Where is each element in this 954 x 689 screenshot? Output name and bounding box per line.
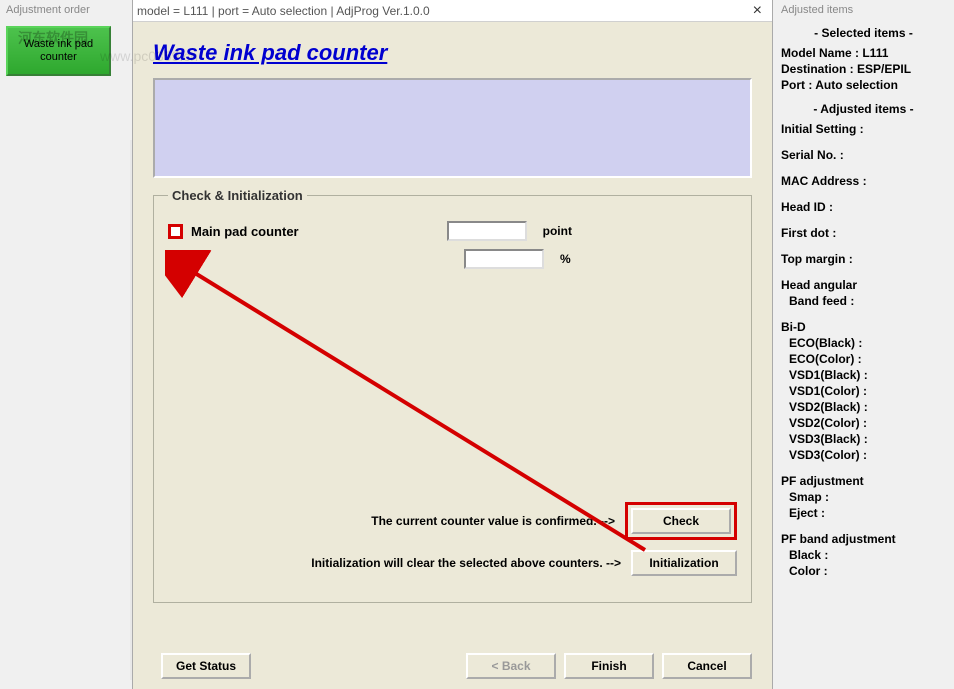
- pf-color: Color :: [781, 564, 946, 578]
- unit-percent: %: [560, 252, 571, 266]
- top-margin: Top margin :: [781, 252, 946, 266]
- main-pad-checkbox[interactable]: [168, 224, 183, 239]
- band-feed: Band feed :: [781, 294, 946, 308]
- adjusted-items-panel: Adjusted items - Selected items - Model …: [772, 0, 954, 689]
- titlebar: model = L111 | port = Auto selection | A…: [133, 0, 772, 22]
- bid-vsd2-color: VSD2(Color) :: [781, 416, 946, 430]
- bid-vsd1-black: VSD1(Black) :: [781, 368, 946, 382]
- point-value-box: [447, 221, 527, 241]
- bid-vsd3-color: VSD3(Color) :: [781, 448, 946, 462]
- finish-button[interactable]: Finish: [564, 653, 654, 679]
- smap: Smap :: [781, 490, 946, 504]
- model-name: Model Name : L111: [781, 46, 946, 60]
- serial-no: Serial No. :: [781, 148, 946, 162]
- main-content: Waste ink pad counter Check & Initializa…: [133, 22, 772, 689]
- head-angular: Head angular: [781, 278, 946, 292]
- nav-bar: Get Status < Back Finish Cancel: [153, 653, 752, 679]
- init-text: Initialization will clear the selected a…: [311, 556, 621, 570]
- head-id: Head ID :: [781, 200, 946, 214]
- destination: Destination : ESP/EPIL: [781, 62, 946, 76]
- cancel-button[interactable]: Cancel: [662, 653, 752, 679]
- check-init-fieldset: Check & Initialization Main pad counter …: [153, 188, 752, 603]
- port: Port : Auto selection: [781, 78, 946, 92]
- confirm-text: The current counter value is confirmed. …: [371, 514, 615, 528]
- percent-value-box: [464, 249, 544, 269]
- bid-eco-black: ECO(Black) :: [781, 336, 946, 350]
- mac-address: MAC Address :: [781, 174, 946, 188]
- titlebar-text: model = L111 | port = Auto selection | A…: [137, 4, 747, 18]
- right-panel-header: Adjusted items: [781, 4, 946, 16]
- main-pad-label: Main pad counter: [191, 224, 299, 239]
- bid-vsd3-black: VSD3(Black) :: [781, 432, 946, 446]
- pf-black: Black :: [781, 548, 946, 562]
- pf-band-adjustment: PF band adjustment: [781, 532, 946, 546]
- unit-point: point: [543, 224, 572, 238]
- bottom-actions: The current counter value is confirmed. …: [168, 502, 737, 586]
- bid-eco-color: ECO(Color) :: [781, 352, 946, 366]
- fieldset-legend: Check & Initialization: [168, 188, 307, 203]
- waste-ink-pad-counter-tile[interactable]: Waste ink pad counter: [6, 26, 111, 76]
- initial-setting: Initial Setting :: [781, 122, 946, 136]
- adjustment-order-panel: Adjustment order Waste ink pad counter: [0, 0, 132, 689]
- close-icon[interactable]: ×: [747, 2, 768, 20]
- log-textarea[interactable]: [153, 78, 752, 178]
- page-title: Waste ink pad counter: [153, 40, 752, 66]
- check-button-highlight: Check: [625, 502, 737, 540]
- first-dot: First dot :: [781, 226, 946, 240]
- pf-adjustment: PF adjustment: [781, 474, 946, 488]
- eject: Eject :: [781, 506, 946, 520]
- initialization-button[interactable]: Initialization: [631, 550, 737, 576]
- back-button[interactable]: < Back: [466, 653, 556, 679]
- waste-ink-tile-label: Waste ink pad counter: [24, 38, 93, 63]
- check-button[interactable]: Check: [631, 508, 731, 534]
- adjusted-items-header: - Adjusted items -: [781, 102, 946, 116]
- bid-header: Bi-D: [781, 320, 946, 334]
- get-status-button[interactable]: Get Status: [161, 653, 251, 679]
- bid-vsd1-color: VSD1(Color) :: [781, 384, 946, 398]
- bid-vsd2-black: VSD2(Black) :: [781, 400, 946, 414]
- selected-items-header: - Selected items -: [781, 26, 946, 40]
- left-panel-header: Adjustment order: [0, 0, 132, 20]
- main-window: model = L111 | port = Auto selection | A…: [132, 0, 772, 689]
